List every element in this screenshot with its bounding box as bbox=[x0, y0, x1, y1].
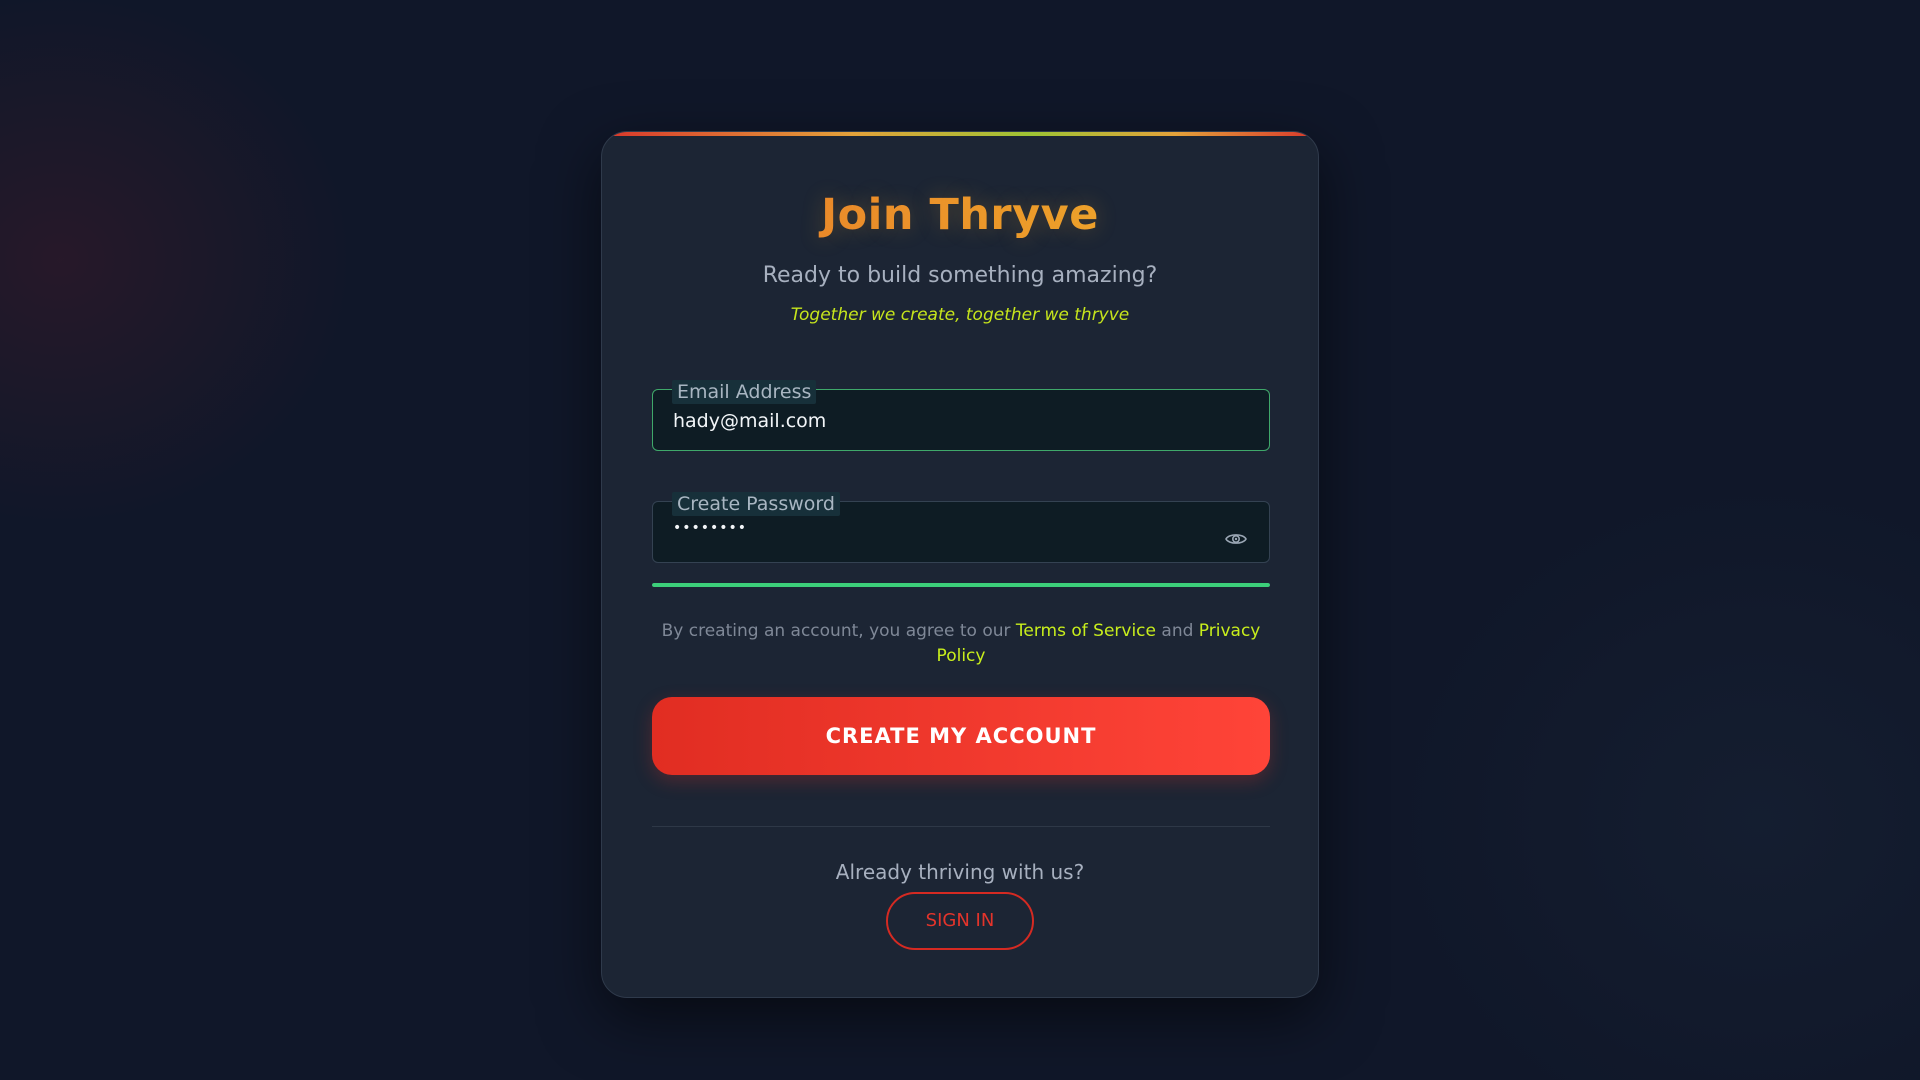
page-subtitle: Ready to build something amazing? bbox=[762, 263, 1158, 288]
create-account-button[interactable]: CREATE MY ACCOUNT bbox=[652, 697, 1270, 775]
password-strength-bar bbox=[652, 583, 1270, 587]
password-field-label: Create Password bbox=[672, 492, 840, 516]
divider bbox=[652, 826, 1270, 827]
card-accent-bar bbox=[602, 132, 1318, 136]
terms-prefix: By creating an account, you agree to our bbox=[661, 621, 1016, 641]
eye-icon[interactable] bbox=[1225, 531, 1247, 547]
terms-notice: By creating an account, you agree to our… bbox=[652, 619, 1270, 669]
password-field[interactable]: Create Password •••••••• bbox=[652, 492, 1270, 563]
email-field-label: Email Address bbox=[672, 380, 817, 404]
terms-of-service-link[interactable]: Terms of Service bbox=[1016, 621, 1156, 641]
tagline: Together we create, together we thryve bbox=[790, 305, 1130, 325]
already-member-text: Already thriving with us? bbox=[835, 860, 1085, 884]
terms-conjunction: and bbox=[1156, 621, 1199, 641]
email-field-value[interactable]: hady@mail.com bbox=[673, 410, 826, 432]
password-field-value[interactable]: •••••••• bbox=[673, 520, 747, 536]
page-title: Join Thryve bbox=[602, 190, 1318, 240]
password-strength-fill bbox=[652, 583, 1270, 587]
sign-in-button[interactable]: SIGN IN bbox=[886, 892, 1034, 950]
email-field[interactable]: Email Address hady@mail.com bbox=[652, 380, 1270, 451]
signup-card: Join Thryve Ready to build something ama… bbox=[601, 131, 1319, 998]
